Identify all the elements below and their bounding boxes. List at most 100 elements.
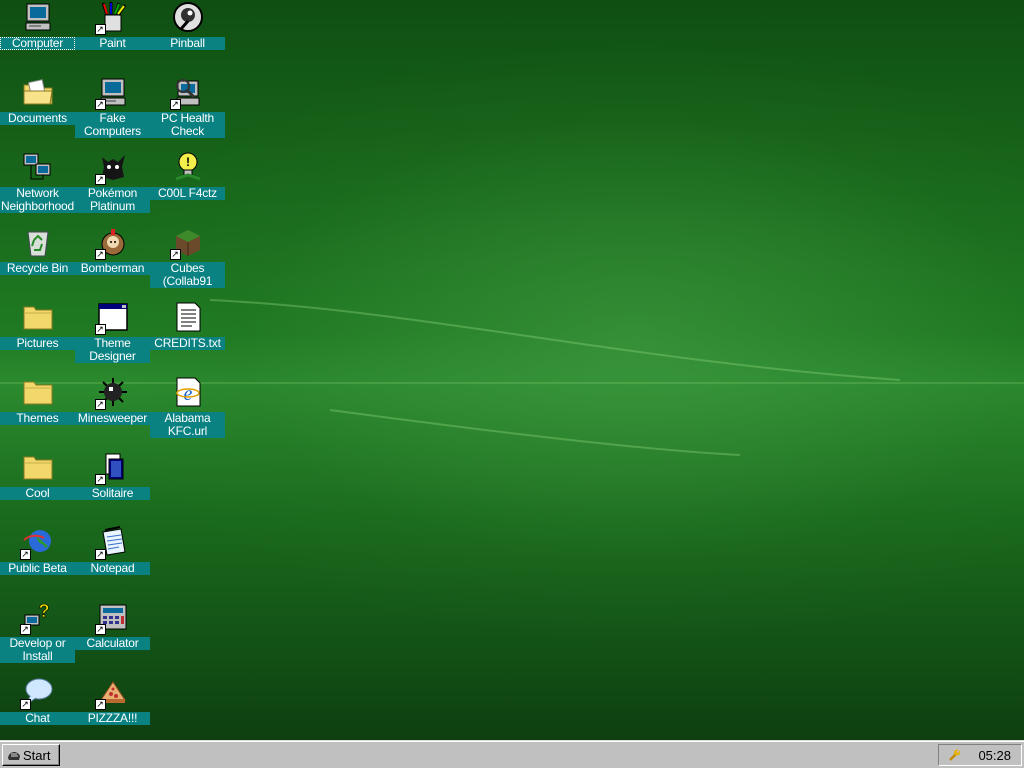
clock[interactable]: 05:28 — [978, 748, 1011, 763]
desktop-icon-themes[interactable]: Themes — [0, 375, 75, 450]
globe-icon: ↗ — [19, 525, 55, 560]
start-label: Start — [23, 747, 51, 763]
documents-folder-icon — [21, 75, 55, 109]
desktop-icon-c00l-f4ctz[interactable]: ! C00L F4ctz — [150, 150, 225, 225]
desktop-icon-label: Notepad — [75, 562, 150, 575]
pinball-icon — [171, 0, 205, 34]
folder-icon — [21, 375, 55, 409]
shortcut-arrow-icon: ↗ — [94, 249, 106, 260]
start-button[interactable]: Start — [2, 744, 60, 766]
desktop-icon-label: C00L F4ctz — [150, 187, 225, 200]
shortcut-arrow-icon: ↗ — [94, 24, 106, 35]
desktop-icon-pinball[interactable]: Pinball — [150, 0, 225, 75]
desktop-icon-label: Cubes (Collab91 — [150, 262, 225, 288]
pc-health-icon: ↗ — [169, 75, 205, 110]
desktop-icon-label: Pokémon Platinum — [75, 187, 150, 213]
desktop-icon-bomberman[interactable]: ↗ Bomberman — [75, 225, 150, 300]
recycle-bin-icon — [21, 225, 55, 259]
desktop-icon-label: Fake Computers — [75, 112, 150, 138]
desktop-icon-label: Cool — [0, 487, 75, 500]
folder-icon — [21, 450, 55, 484]
desktop-icon-label: Pinball — [150, 37, 225, 50]
desktop-icon-develop-or-install[interactable]: ? ↗ Develop or Install — [0, 600, 75, 675]
desktop-icon-credits-txt[interactable]: CREDITS.txt — [150, 300, 225, 375]
desktop-icon-public-beta[interactable]: ↗ Public Beta — [0, 525, 75, 600]
shortcut-arrow-icon: ↗ — [94, 324, 106, 335]
desktop-icon-chat[interactable]: ↗ Chat — [0, 675, 75, 740]
shortcut-arrow-icon: ↗ — [94, 399, 106, 410]
computer-icon — [21, 0, 55, 34]
desktop-icon-pictures[interactable]: Pictures — [0, 300, 75, 375]
desktop-icon-label: Theme Designer — [75, 337, 150, 363]
desktop-icon-label: PIZZZA!!! — [75, 712, 150, 725]
desktop-icon-cool[interactable]: Cool — [0, 450, 75, 525]
desktop-icon-label: Documents — [0, 112, 75, 125]
shortcut-arrow-icon: ↗ — [19, 549, 31, 560]
desktop-icon-calculator[interactable]: ↗ Calculator — [75, 600, 150, 675]
calculator-icon: ↗ — [94, 600, 130, 635]
network-icon — [21, 150, 55, 184]
notepad-icon: ↗ — [94, 525, 130, 560]
desktop-icon-alabama-kfc-url[interactable]: e Alabama KFC.url — [150, 375, 225, 450]
shortcut-arrow-icon: ↗ — [94, 99, 106, 110]
desktop-icon-paint[interactable]: ↗ Paint — [75, 0, 150, 75]
bomberman-icon: ↗ — [94, 225, 130, 260]
desktop-icon-label: Alabama KFC.url — [150, 412, 225, 438]
desktop[interactable]: Computer ↗ Paint Pinball Documents ↗ Fake Comp… — [0, 0, 1024, 740]
desktop-icon-label: Develop or Install — [0, 637, 75, 663]
desktop-icon-solitaire[interactable]: ↗ Solitaire — [75, 450, 150, 525]
internet-shortcut-icon: e — [171, 375, 205, 409]
pizza-icon: ↗ — [94, 675, 130, 710]
desktop-icon-label: PC Health Check — [150, 112, 225, 138]
shortcut-arrow-icon: ↗ — [94, 474, 106, 485]
window-icon: ↗ — [94, 300, 130, 335]
desktop-icon-label: Bomberman — [75, 262, 150, 275]
desktop-icon-cubes-collab91[interactable]: ↗ Cubes (Collab91 — [150, 225, 225, 300]
desktop-icon-pc-health-check[interactable]: ↗ PC Health Check — [150, 75, 225, 150]
desktop-icon-minesweeper[interactable]: ↗ Minesweeper — [75, 375, 150, 450]
shortcut-arrow-icon: ↗ — [169, 99, 181, 110]
lightbulb-icon: ! — [171, 150, 205, 184]
desktop-icon-theme-designer[interactable]: ↗ Theme Designer — [75, 300, 150, 375]
pokemon-icon: ↗ — [94, 150, 130, 185]
shortcut-arrow-icon: ↗ — [94, 174, 106, 185]
desktop-icon-network-neighborhood[interactable]: Network Neighborhood — [0, 150, 75, 225]
chat-bubble-icon: ↗ — [19, 675, 55, 710]
desktop-icon-pok-mon-platinum[interactable]: ↗ Pokémon Platinum — [75, 150, 150, 225]
shortcut-arrow-icon: ↗ — [19, 699, 31, 710]
help-icon: ? ↗ — [19, 600, 55, 635]
start-logo-icon — [8, 752, 20, 760]
shortcut-arrow-icon: ↗ — [94, 699, 106, 710]
desktop-icon-label: Network Neighborhood — [0, 186, 75, 213]
svg-text:!: ! — [186, 155, 190, 169]
tray-wrench-icon[interactable] — [947, 748, 961, 762]
shortcut-arrow-icon: ↗ — [19, 624, 31, 635]
svg-text:e: e — [183, 383, 192, 405]
text-file-icon — [171, 300, 205, 334]
desktop-icon-label: Chat — [0, 712, 75, 725]
desktop-icon-recycle-bin[interactable]: Recycle Bin — [0, 225, 75, 300]
desktop-icon-label: Minesweeper — [75, 412, 150, 425]
desktop-icon-fake-computers[interactable]: ↗ Fake Computers — [75, 75, 150, 150]
desktop-icon-label: Themes — [0, 412, 75, 425]
desktop-icon-label: Public Beta — [0, 562, 75, 575]
desktop-icon-label: Paint — [75, 37, 150, 50]
desktop-icon-label: CREDITS.txt — [150, 337, 225, 350]
mine-icon: ↗ — [94, 375, 130, 410]
folder-icon — [21, 300, 55, 334]
desktop-icon-notepad[interactable]: ↗ Notepad — [75, 525, 150, 600]
desktop-icon-documents[interactable]: Documents — [0, 75, 75, 150]
system-tray: 05:28 — [938, 744, 1022, 766]
desktop-icon-label: Calculator — [75, 637, 150, 650]
cube-icon: ↗ — [169, 225, 205, 260]
desktop-icon-label: Computer — [0, 37, 75, 50]
desktop-icon-computer[interactable]: Computer — [0, 0, 75, 75]
shortcut-arrow-icon: ↗ — [94, 549, 106, 560]
shortcut-arrow-icon: ↗ — [169, 249, 181, 260]
shortcut-arrow-icon: ↗ — [94, 624, 106, 635]
computer-icon: ↗ — [94, 75, 130, 110]
taskbar: Start 05:28 — [0, 740, 1024, 768]
solitaire-icon: ↗ — [94, 450, 130, 485]
desktop-icon-label: Recycle Bin — [0, 262, 75, 275]
desktop-icon-pizzza[interactable]: ↗ PIZZZA!!! — [75, 675, 150, 740]
